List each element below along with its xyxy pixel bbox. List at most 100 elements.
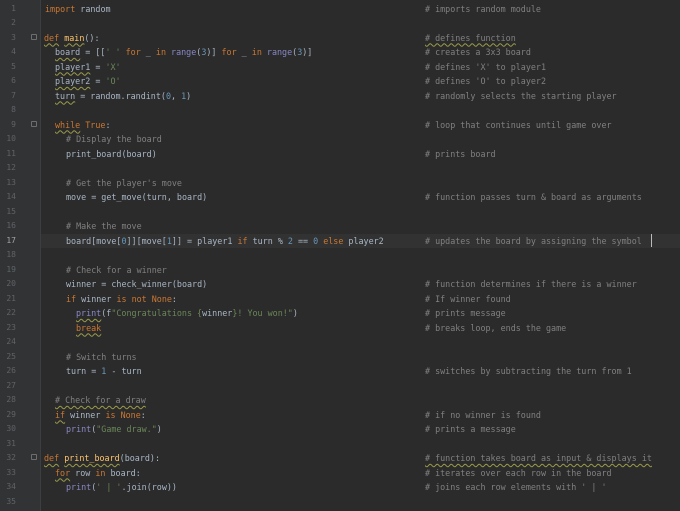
keyword: in xyxy=(251,47,262,57)
code-line[interactable]: move = get_move(turn, board) xyxy=(66,190,207,205)
code-line[interactable]: winner = check_winner(board) xyxy=(66,277,207,292)
code-line[interactable]: if winner is None: xyxy=(55,408,146,423)
code-line[interactable]: import random xyxy=(45,2,111,17)
code-line[interactable]: # Check for a winner xyxy=(66,263,167,278)
code-line[interactable]: if winner is not None: xyxy=(66,292,177,307)
keyword: None xyxy=(151,293,172,304)
code-line[interactable]: board = [[' ' for _ in range(3)] for _ i… xyxy=(55,45,312,60)
line-number: 17 xyxy=(6,235,16,245)
line-comment: # prints board xyxy=(425,148,496,159)
line-number: 34 xyxy=(6,482,16,491)
code-line[interactable]: for row in board: xyxy=(55,466,141,481)
code-line[interactable]: print_board(board) xyxy=(66,147,157,162)
line-comment: # prints message xyxy=(425,308,506,318)
code-text: .join(row)) xyxy=(121,482,177,492)
line-number: 22 xyxy=(6,308,16,317)
code-text: board[move[ xyxy=(66,235,122,246)
string-literal: 'O' xyxy=(105,76,121,86)
line-comment: # imports random module xyxy=(425,3,541,14)
code-text: : xyxy=(105,119,111,130)
line-number: 20 xyxy=(6,279,16,288)
fold-marker-icon[interactable] xyxy=(31,454,37,460)
keyword: for xyxy=(55,467,71,478)
code-text: : xyxy=(140,409,146,420)
keyword: is not xyxy=(116,293,147,304)
line-number-gutter[interactable]: 1 2 3 4 5 6 7 8 9 10 11 12 13 14 15 16 17 18 19 20 21 22 23 24 2… xyxy=(0,0,41,511)
keyword: else xyxy=(323,235,344,246)
code-text: ) xyxy=(156,424,162,434)
variable: player2 xyxy=(55,76,91,86)
line-number: 14 xyxy=(6,192,16,201)
text-caret xyxy=(651,234,652,247)
fold-marker-icon[interactable] xyxy=(31,121,37,127)
fold-marker-icon[interactable] xyxy=(31,34,37,40)
keyword: if xyxy=(237,235,248,246)
line-number: 27 xyxy=(6,380,16,390)
line-number: 2 xyxy=(11,18,16,27)
string-literal: ' ' xyxy=(105,47,121,57)
code-text: - turn xyxy=(106,366,142,376)
code-line[interactable]: turn = random.randint(0, 1) xyxy=(55,89,191,104)
code-text: = random.randint( xyxy=(75,90,166,101)
inline-comment: # Make the move xyxy=(66,221,142,231)
code-text: )] xyxy=(206,47,222,57)
builtin: range xyxy=(266,47,293,57)
line-comment: # function takes board as input & displa… xyxy=(425,453,652,463)
line-comment: # function determines if there is a winn… xyxy=(425,279,637,289)
line-comment: # defines function xyxy=(425,32,516,43)
line-number: 31 xyxy=(6,438,16,448)
code-line[interactable]: player2 = 'O' xyxy=(55,74,121,89)
builtin: print xyxy=(66,482,92,492)
code-line[interactable]: def main(): xyxy=(44,31,100,46)
line-number: 28 xyxy=(6,395,16,404)
code-text: winner xyxy=(76,293,117,304)
code-line[interactable]: break xyxy=(76,321,101,336)
line-number: 10 xyxy=(6,134,16,143)
line-number: 21 xyxy=(6,293,16,303)
code-line[interactable]: # Display the board xyxy=(66,132,162,147)
keyword: for xyxy=(125,47,141,57)
keyword: if xyxy=(55,409,66,420)
line-number: 12 xyxy=(6,163,16,172)
code-line[interactable]: print(' | '.join(row)) xyxy=(66,480,177,495)
variable: board xyxy=(55,47,81,57)
line-comment: # joins each row elements with ' | ' xyxy=(425,482,607,492)
code-line[interactable]: print(f"Congratulations {winner}! You wo… xyxy=(76,306,298,321)
line-number: 11 xyxy=(6,148,16,158)
code-line[interactable]: print("Game draw.") xyxy=(66,422,162,437)
code-text: (): xyxy=(84,32,100,43)
code-line[interactable]: # Check for a draw xyxy=(55,393,146,408)
keyword: None xyxy=(120,409,141,420)
code-text: )] xyxy=(302,47,313,57)
line-number: 24 xyxy=(6,337,16,346)
code-text: print_board(board) xyxy=(66,148,157,159)
code-line[interactable]: # Get the player's move xyxy=(66,176,182,191)
code-text: _ xyxy=(140,47,156,57)
code-line[interactable]: def print_board(board): xyxy=(44,451,160,466)
code-text: , xyxy=(170,90,182,101)
function-name: print_board xyxy=(64,453,120,463)
line-comment: # defines 'X' to player1 xyxy=(425,61,547,72)
code-line[interactable]: # Switch turns xyxy=(66,350,137,365)
code-text: player2 xyxy=(343,235,384,246)
line-comment: # if no winner is found xyxy=(425,409,541,420)
code-line[interactable]: while True: xyxy=(55,118,110,133)
line-comment: # randomly selects the starting player xyxy=(425,90,617,101)
keyword: break xyxy=(76,322,102,333)
keyword: in xyxy=(155,47,166,57)
code-line[interactable]: # Make the move xyxy=(66,219,142,234)
line-comment: # If winner found xyxy=(425,293,511,304)
code-editor[interactable]: 1 2 3 4 5 6 7 8 9 10 11 12 13 14 15 16 17 18 19 20 21 22 23 24 2… xyxy=(0,0,680,511)
line-comment: # switches by subtracting the turn from … xyxy=(425,366,632,376)
line-comment: # function passes turn & board as argume… xyxy=(425,192,642,202)
code-text: board: xyxy=(105,467,141,478)
code-line[interactable]: turn = 1 - turn xyxy=(66,364,142,379)
code-text: : xyxy=(171,293,177,304)
code-line[interactable]: board[move[0]][move[1]] = player1 if tur… xyxy=(66,234,384,249)
keyword: for xyxy=(221,47,237,57)
builtin: print xyxy=(76,308,102,318)
code-line[interactable]: player1 = 'X' xyxy=(55,60,121,75)
line-number: 18 xyxy=(6,250,16,259)
inline-comment: # Display the board xyxy=(66,134,162,144)
code-text: ) xyxy=(186,90,192,101)
